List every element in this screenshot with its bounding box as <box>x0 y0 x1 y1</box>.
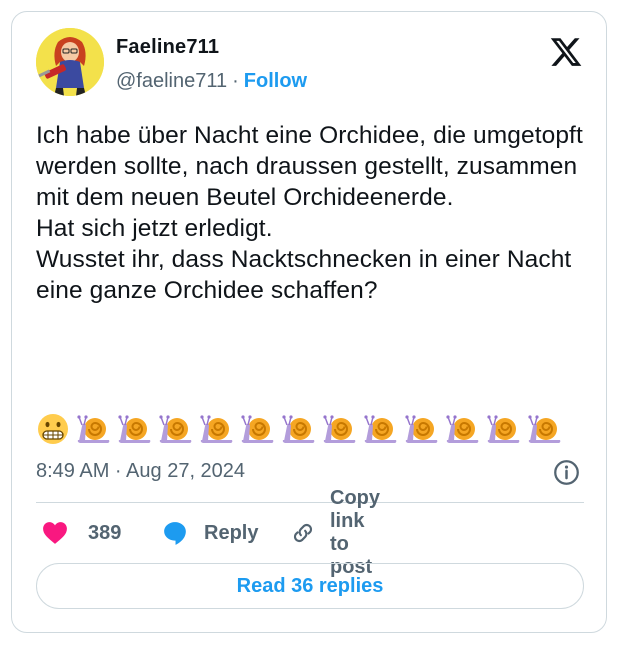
snail-emoji <box>444 412 480 448</box>
snail-emoji <box>485 412 521 448</box>
author-display-name[interactable]: Faeline711 <box>116 36 219 59</box>
snail-emoji <box>526 412 562 448</box>
snail-emoji <box>321 412 357 448</box>
author-handle[interactable]: @faeline711 <box>116 70 227 92</box>
snail-emoji <box>75 412 111 448</box>
speech-bubble-icon <box>162 520 188 546</box>
grimacing-face-emoji <box>36 412 70 448</box>
tweet-text: Ich habe über Nacht eine Orchidee, die u… <box>36 122 583 304</box>
snail-emoji <box>362 412 398 448</box>
snail-emoji <box>403 412 439 448</box>
copy-link-button[interactable]: Copy link to post <box>290 487 380 578</box>
snail-emoji <box>198 412 234 448</box>
avatar[interactable] <box>36 28 104 96</box>
separator-dot: · <box>232 70 239 92</box>
snail-emoji <box>157 412 193 448</box>
like-button[interactable]: 389 <box>42 518 121 548</box>
reply-label: Reply <box>204 521 259 544</box>
info-icon[interactable] <box>553 459 580 486</box>
snail-emoji <box>280 412 316 448</box>
heart-icon <box>42 521 68 545</box>
divider <box>36 502 584 503</box>
snail-emoji <box>239 412 275 448</box>
link-icon <box>290 520 316 546</box>
follow-button[interactable]: Follow <box>244 70 307 92</box>
read-replies-button[interactable]: Read 36 replies <box>36 563 584 609</box>
emoji-row <box>36 412 562 448</box>
x-logo-icon[interactable] <box>549 35 583 69</box>
tweet-timestamp[interactable]: 8:49 AM · Aug 27, 2024 <box>36 460 245 483</box>
author-handle-line: @faeline711 · Follow <box>116 70 307 93</box>
snail-emoji <box>116 412 152 448</box>
like-count: 389 <box>88 521 122 544</box>
reply-button[interactable]: Reply <box>162 518 258 548</box>
